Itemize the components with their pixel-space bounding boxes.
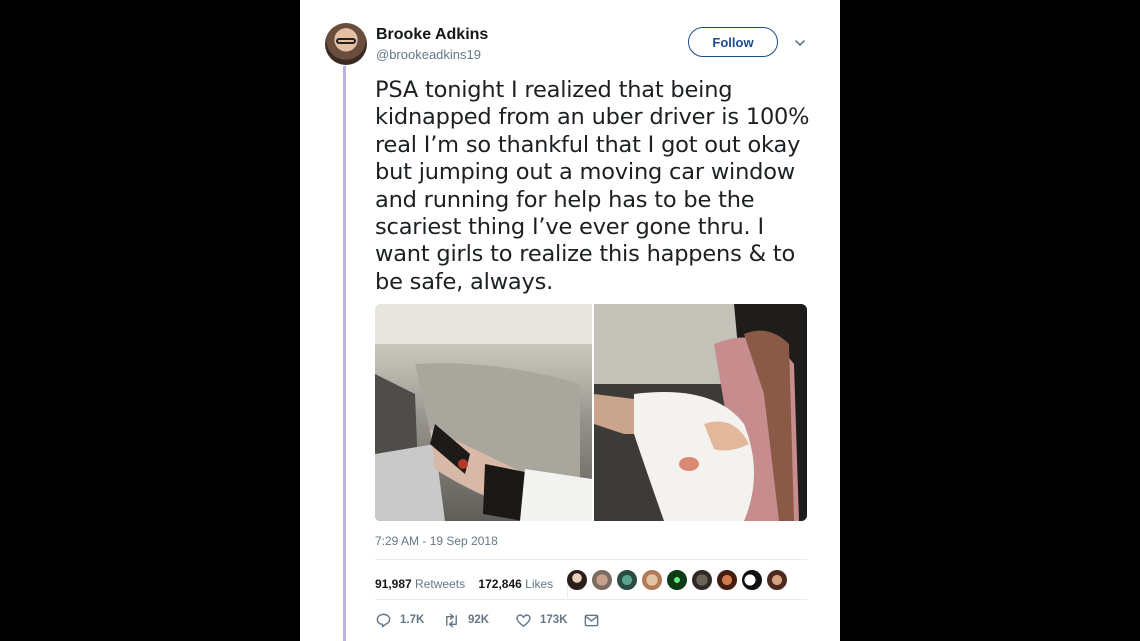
follow-button[interactable]: Follow <box>688 27 778 57</box>
divider-top <box>375 559 807 560</box>
retweet-count: 92K <box>468 614 490 626</box>
tweet-text: PSA tonight I realized that being kidnap… <box>375 77 810 295</box>
avatar[interactable] <box>325 23 367 65</box>
photo-1-illustration <box>375 304 592 521</box>
chevron-down-icon[interactable] <box>793 36 807 50</box>
retweets-count[interactable]: 91,987 <box>375 577 412 591</box>
engagement-stats: 91,987 Retweets 172,846 Likes <box>375 572 576 598</box>
liker-avatar[interactable] <box>741 569 763 591</box>
liker-avatar[interactable] <box>691 569 713 591</box>
likes-count[interactable]: 172,846 <box>478 577 521 591</box>
liker-avatar[interactable] <box>591 569 613 591</box>
liker-avatar[interactable] <box>716 569 738 591</box>
heart-icon <box>516 613 531 627</box>
envelope-icon <box>584 614 599 626</box>
liker-avatar[interactable] <box>766 569 788 591</box>
likes-label[interactable]: Likes <box>525 577 553 591</box>
user-handle[interactable]: @brookeadkins19 <box>376 47 481 62</box>
avatar-glasses <box>336 38 356 44</box>
liker-avatar[interactable] <box>641 569 663 591</box>
reply-button[interactable]: 1.7K <box>375 611 424 629</box>
tweet-timestamp[interactable]: 7:29 AM - 19 Sep 2018 <box>375 534 498 548</box>
like-count: 173K <box>540 614 568 626</box>
photo-2-illustration <box>594 304 807 521</box>
retweet-icon <box>446 613 457 627</box>
user-name[interactable]: Brooke Adkins <box>376 26 488 44</box>
direct-message-button[interactable] <box>583 611 608 629</box>
reply-icon <box>376 613 391 627</box>
divider-bottom <box>375 599 807 600</box>
retweet-button[interactable]: 92K <box>443 611 489 629</box>
like-button[interactable]: 173K <box>515 611 568 629</box>
photo-car-seat-leg[interactable] <box>375 304 592 521</box>
liker-avatar[interactable] <box>566 569 588 591</box>
thread-line <box>343 66 346 641</box>
reply-count: 1.7K <box>400 614 425 626</box>
liker-avatar[interactable] <box>666 569 688 591</box>
retweets-label[interactable]: Retweets <box>415 577 465 591</box>
photo-injured-knee[interactable] <box>594 304 807 521</box>
tweet-media[interactable] <box>375 304 807 521</box>
liker-avatar[interactable] <box>616 569 638 591</box>
